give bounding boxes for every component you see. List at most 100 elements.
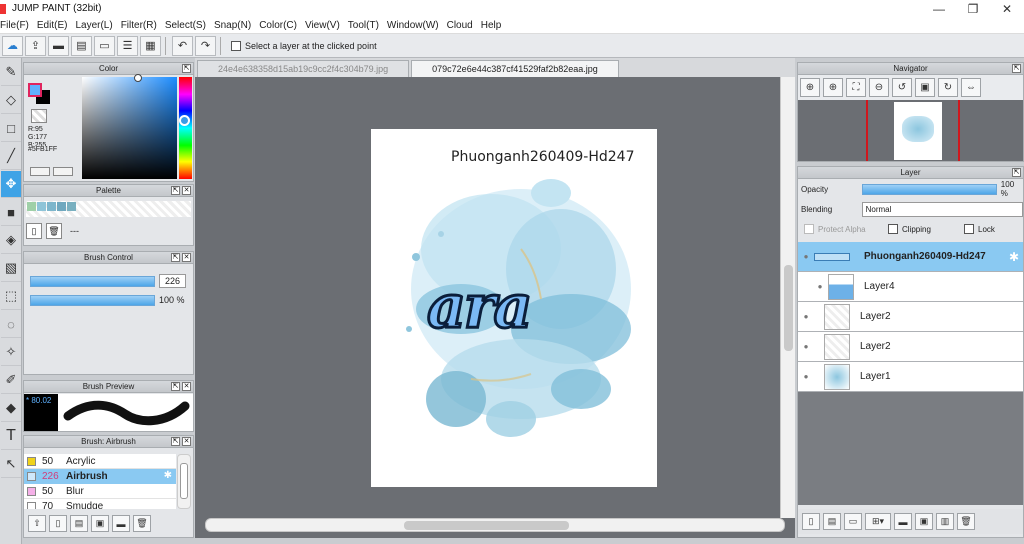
- canvas-horizontal-scrollbar[interactable]: [205, 518, 785, 532]
- menu-snap[interactable]: Snap(N): [214, 20, 259, 31]
- menu-tool[interactable]: Tool(T): [348, 20, 387, 31]
- menu-cloud[interactable]: Cloud: [447, 20, 481, 31]
- panel-float-icon[interactable]: ⇱: [182, 64, 191, 73]
- visibility-icon[interactable]: ●: [798, 342, 814, 351]
- add-layer-menu-icon[interactable]: ⊞▾: [865, 513, 891, 530]
- settings-icon[interactable]: ✱: [1009, 250, 1019, 264]
- zoom-in-icon[interactable]: ⊕: [800, 78, 820, 97]
- new-brush-icon[interactable]: ▯: [49, 515, 67, 532]
- palette-swatch[interactable]: [57, 202, 66, 211]
- select-layer-toggle[interactable]: Select a layer at the clicked point: [231, 40, 377, 51]
- maximize-button[interactable]: ❐: [956, 0, 990, 17]
- lock-checkbox[interactable]: [964, 224, 974, 234]
- redo-icon[interactable]: ↷: [195, 35, 216, 56]
- brush-item-airbrush[interactable]: 226 Airbrush ✱: [24, 469, 176, 484]
- tab-document-1[interactable]: 24e4e638358d15ab19c9cc2f4c304b79.jpg: [197, 60, 410, 77]
- blending-select[interactable]: Normal: [861, 201, 1023, 217]
- tab-document-2[interactable]: 079c72e6e44c387cf41529faf2b82eaa.jpg: [411, 60, 619, 77]
- pen-tool-icon[interactable]: ╱: [1, 143, 21, 170]
- brush-size-value[interactable]: 226: [159, 274, 186, 288]
- layer-copy-icon[interactable]: ▭: [844, 513, 862, 530]
- panel-float-icon[interactable]: ⇱: [171, 253, 180, 262]
- clipping-checkbox[interactable]: [888, 224, 898, 234]
- panel-float-icon[interactable]: ⇱: [171, 382, 180, 391]
- minimize-button[interactable]: —: [922, 0, 956, 17]
- brush-import-icon[interactable]: ▣: [91, 515, 109, 532]
- grid-icon[interactable]: ▦: [140, 35, 161, 56]
- brush-opacity-slider[interactable]: [30, 295, 155, 306]
- panel-close-icon[interactable]: ✕: [182, 382, 191, 391]
- panel-close-icon[interactable]: ✕: [182, 186, 191, 195]
- layer-item-layer2-b[interactable]: ● Layer2: [798, 332, 1023, 362]
- layer-mask-icon[interactable]: ▥: [936, 513, 954, 530]
- new-layer-icon[interactable]: ▯: [802, 513, 820, 530]
- share-icon[interactable]: ⇪: [25, 35, 46, 56]
- select-eraser-tool-icon[interactable]: ◆: [1, 395, 21, 422]
- palette-swatch[interactable]: [67, 202, 76, 211]
- cloud-icon[interactable]: ☁: [2, 35, 23, 56]
- visibility-icon[interactable]: ●: [798, 252, 814, 261]
- menu-filter[interactable]: Filter(R): [121, 20, 165, 31]
- menu-select[interactable]: Select(S): [165, 20, 214, 31]
- operation-tool-icon[interactable]: ↖: [1, 451, 21, 478]
- palette-swatch[interactable]: [47, 202, 56, 211]
- eraser-tool-icon[interactable]: ◇: [1, 87, 21, 114]
- layer-opacity-slider[interactable]: [861, 183, 997, 195]
- document-canvas[interactable]: Phuonganh260409-Hd247 ara: [371, 129, 657, 487]
- brush-folder-icon[interactable]: ▬: [112, 515, 130, 532]
- palette-swatch[interactable]: [37, 202, 46, 211]
- menu-color[interactable]: Color(C): [259, 20, 305, 31]
- layer-item-layer2-a[interactable]: ● Layer2: [798, 302, 1023, 332]
- brush-item-blur[interactable]: 50 Blur: [24, 484, 176, 499]
- layer-item-layer4[interactable]: ● Layer4: [798, 272, 1023, 302]
- hscroll-thumb[interactable]: [404, 521, 569, 530]
- menu-view[interactable]: View(V): [305, 20, 348, 31]
- menu-window[interactable]: Window(W): [387, 20, 447, 31]
- delete-palette-icon[interactable]: 🗑: [46, 223, 62, 239]
- protect-alpha-checkbox[interactable]: [804, 224, 814, 234]
- brush-item-smudge[interactable]: 70 Smudge: [24, 499, 176, 509]
- list-icon[interactable]: ☰: [117, 35, 138, 56]
- fit-icon[interactable]: ⛶: [846, 78, 866, 97]
- layer-folder-phuonganh[interactable]: ● Phuonganh260409-Hd247 ✱: [798, 242, 1023, 272]
- panel-float-icon[interactable]: ⇱: [1012, 168, 1021, 177]
- comment-icon[interactable]: ▬: [48, 35, 69, 56]
- move-tool-icon[interactable]: ✥: [1, 171, 21, 198]
- merge-down-icon[interactable]: ▣: [915, 513, 933, 530]
- brush-item-acrylic[interactable]: 50 Acrylic: [24, 454, 176, 469]
- gradient-tool-icon[interactable]: ▧: [1, 255, 21, 282]
- text-tool-icon[interactable]: T: [1, 423, 21, 450]
- message-icon[interactable]: ▤: [71, 35, 92, 56]
- duplicate-layer-icon[interactable]: ▤: [823, 513, 841, 530]
- settings-icon[interactable]: ✱: [164, 470, 172, 481]
- palette-swatch[interactable]: [27, 202, 36, 211]
- visibility-icon[interactable]: ●: [798, 372, 814, 381]
- rotate-right-icon[interactable]: ↻: [938, 78, 958, 97]
- panel-close-icon[interactable]: ✕: [182, 253, 191, 262]
- brush-cloud-icon[interactable]: ⇧: [28, 515, 46, 532]
- menu-layer[interactable]: Layer(L): [75, 20, 120, 31]
- select-layer-checkbox[interactable]: [231, 40, 241, 51]
- menu-edit[interactable]: Edit(E): [37, 20, 76, 31]
- hue-slider-knob[interactable]: [179, 115, 190, 126]
- close-button[interactable]: ✕: [990, 0, 1024, 17]
- menu-help[interactable]: Help: [481, 20, 510, 31]
- undo-icon[interactable]: ↶: [172, 35, 193, 56]
- zoom-out-icon[interactable]: ⊖: [869, 78, 889, 97]
- brush-size-slider[interactable]: [30, 276, 155, 287]
- panel-float-icon[interactable]: ⇱: [171, 437, 180, 446]
- delete-layer-icon[interactable]: 🗑: [957, 513, 975, 530]
- rect-select-tool-icon[interactable]: ⬚: [1, 283, 21, 310]
- rotate-left-icon[interactable]: ↺: [892, 78, 912, 97]
- panel-float-icon[interactable]: ⇱: [1012, 64, 1021, 73]
- layer-item-layer1[interactable]: ● Layer1: [798, 362, 1023, 392]
- foreground-color-swatch[interactable]: [28, 83, 42, 97]
- panel-float-icon[interactable]: ⇱: [171, 186, 180, 195]
- color-mode-b-button[interactable]: [53, 167, 73, 176]
- visibility-icon[interactable]: ●: [798, 312, 814, 321]
- brush-tool-icon[interactable]: ✎: [1, 59, 21, 86]
- fill-rect-tool-icon[interactable]: ■: [1, 199, 21, 226]
- brush-copy-icon[interactable]: ▤: [70, 515, 88, 532]
- new-palette-icon[interactable]: ▯: [26, 223, 42, 239]
- select-pen-tool-icon[interactable]: ✐: [1, 367, 21, 394]
